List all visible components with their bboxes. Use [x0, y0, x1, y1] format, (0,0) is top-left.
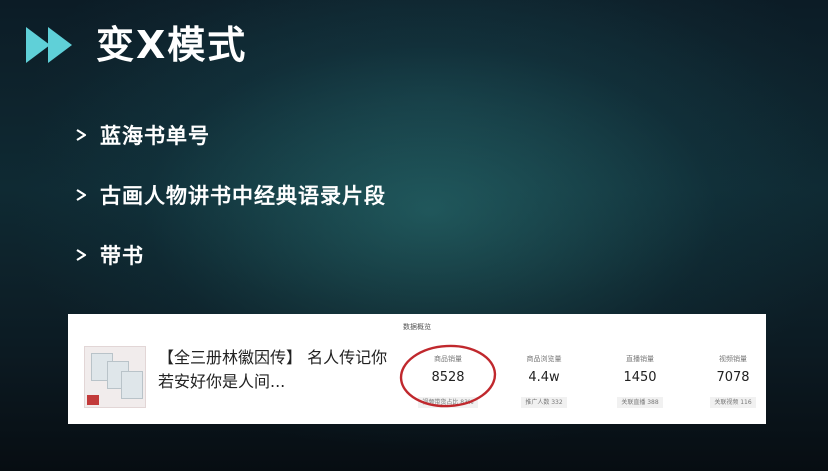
book-cover-thumbnail[interactable]	[84, 346, 146, 408]
metric-sub: 视频带货占比 83%	[418, 397, 478, 408]
title-row: 变X模式	[24, 22, 247, 68]
metric-value: 1450	[623, 370, 657, 385]
metric-value: 4.4w	[528, 370, 560, 385]
data-overview-card: 数据概览 【全三册林徽因传】 名人传记你若安好你是人间... 商品销量 8528…	[68, 314, 766, 424]
arrow-right-icon	[76, 249, 87, 261]
arrow-right-icon	[76, 129, 87, 141]
metric-sub: 关联直播 388	[617, 397, 663, 408]
metric-value: 7078	[716, 370, 750, 385]
bullet-text: 古画人物讲书中经典语录片段	[100, 184, 386, 208]
metric-views: 商品浏览量 4.4w 推广人数 332	[499, 354, 589, 408]
metric-sales: 商品销量 8528 视频带货占比 83%	[403, 354, 493, 408]
metric-sub: 关联视频 116	[710, 397, 756, 408]
metric-value: 8528	[431, 370, 465, 385]
metric-sub: 推广人数 332	[521, 397, 567, 408]
fast-forward-icon	[26, 27, 72, 63]
metric-label: 商品销量	[434, 355, 462, 363]
product-title[interactable]: 【全三册林徽因传】 名人传记你若安好你是人间...	[158, 346, 388, 394]
shop-badge-icon	[87, 395, 99, 405]
metric-label: 视频销量	[719, 355, 747, 363]
bullet-text: 蓝海书单号	[100, 124, 210, 148]
card-heading: 数据概览	[403, 323, 431, 331]
bullet-item: 蓝海书单号	[74, 118, 386, 152]
metric-video-sales: 视频销量 7078 关联视频 116	[688, 354, 778, 408]
metric-label: 直播销量	[626, 355, 654, 363]
bullet-item: 古画人物讲书中经典语录片段	[74, 178, 386, 212]
book-cover-3	[121, 371, 143, 399]
slide-title: 变X模式	[96, 23, 248, 67]
metric-live-sales: 直播销量 1450 关联直播 388	[595, 354, 685, 408]
bullet-item: 带书	[74, 238, 386, 272]
slide: 变X模式 蓝海书单号 古画人物讲书中经典语录片段 带书 数据概览 【全三册林徽因…	[0, 0, 828, 471]
bullet-text: 带书	[100, 244, 144, 268]
bullet-list: 蓝海书单号 古画人物讲书中经典语录片段 带书	[74, 118, 386, 298]
arrow-right-icon	[76, 189, 87, 201]
metric-label: 商品浏览量	[526, 355, 562, 363]
